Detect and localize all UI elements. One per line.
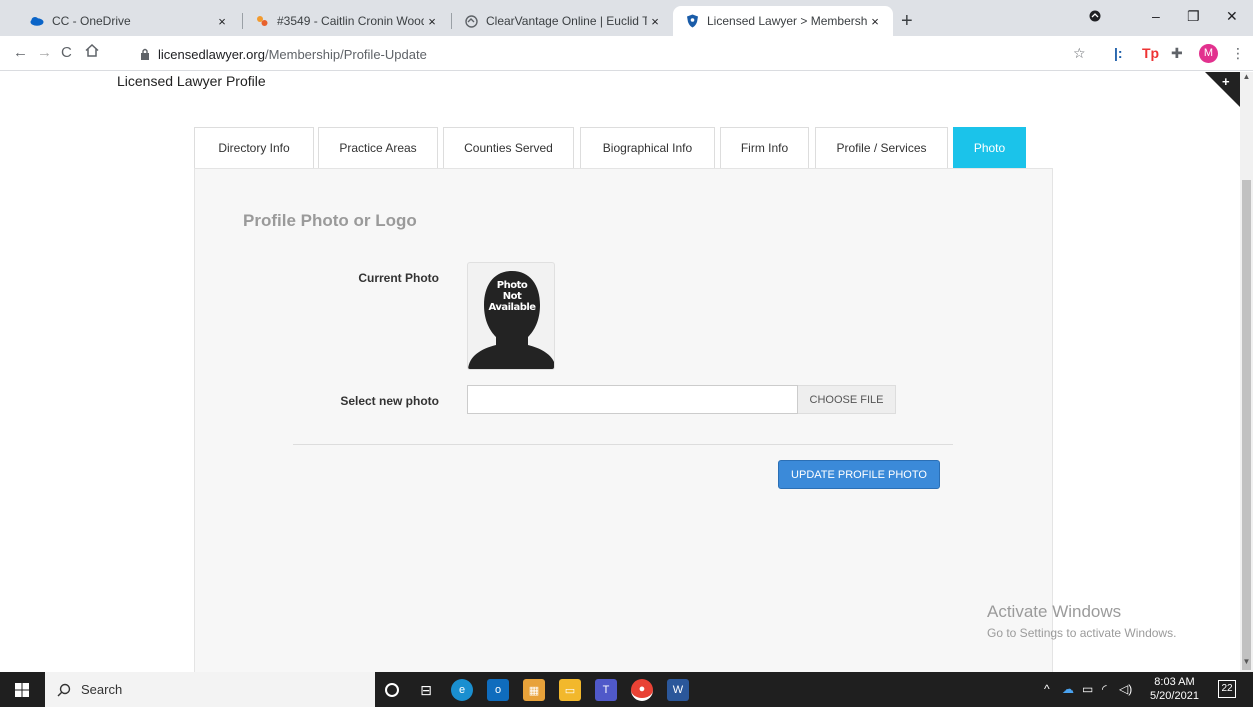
- plus-icon: +: [1222, 74, 1230, 89]
- browser-tab-ticket[interactable]: #3549 - Caitlin Cronin Woodwarc ×: [243, 6, 450, 36]
- tab-title: ClearVantage Online | Euclid Tech: [486, 14, 647, 28]
- puzzle-piece-icon[interactable]: ✚: [1171, 45, 1183, 62]
- tab-title: Licensed Lawyer > Membership >: [707, 14, 867, 28]
- scroll-down-arrow-icon[interactable]: ▼: [1240, 657, 1253, 669]
- tab-biographical-info[interactable]: Biographical Info: [580, 127, 715, 168]
- activate-windows-title: Activate Windows: [987, 602, 1122, 621]
- windows-taskbar: Search ⊟ e o ▦ ▭ T ● W ^ ☁ ▭ ◜ ◁) 8:03 A…: [0, 672, 1253, 707]
- photo-panel: Profile Photo or Logo Current Photo Phot…: [194, 168, 1053, 672]
- windows-start-icon[interactable]: [15, 683, 29, 697]
- volume-icon[interactable]: ◁): [1119, 682, 1132, 696]
- store-icon[interactable]: ▦: [523, 679, 545, 701]
- chevron-up-icon[interactable]: ^: [1044, 682, 1050, 696]
- word-icon[interactable]: W: [667, 679, 689, 701]
- new-tab-button[interactable]: +: [901, 11, 913, 31]
- photo-placeholder-text: Available: [488, 302, 536, 313]
- wifi-icon[interactable]: ◜: [1102, 682, 1107, 696]
- kebab-menu-icon[interactable]: ⋮: [1231, 45, 1245, 62]
- shield-icon: [685, 14, 699, 28]
- current-photo-label: Current Photo: [358, 271, 439, 285]
- taskbar-clock[interactable]: 8:03 AM 5/20/2021: [1150, 675, 1199, 703]
- divider: [293, 444, 953, 445]
- task-view-icon[interactable]: ⊟: [415, 679, 437, 701]
- address-bar[interactable]: licensedlawyer.org/Membership/Profile-Up…: [140, 41, 1060, 67]
- bookmark-star-icon[interactable]: ☆: [1073, 45, 1086, 62]
- browser-tab-clearvantage[interactable]: ClearVantage Online | Euclid Tech ×: [452, 6, 673, 36]
- choose-file-button[interactable]: CHOOSE FILE: [798, 385, 896, 414]
- clock-date: 5/20/2021: [1150, 690, 1199, 702]
- notification-center-icon[interactable]: 22: [1218, 680, 1236, 698]
- back-arrow-icon[interactable]: ←: [13, 44, 28, 61]
- tab-title: CC - OneDrive: [52, 14, 131, 28]
- browser-tab-onedrive[interactable]: CC - OneDrive ×: [18, 6, 240, 36]
- tab-firm-info[interactable]: Firm Info: [720, 127, 809, 168]
- file-explorer-icon[interactable]: ▭: [559, 679, 581, 701]
- ticket-icon: [255, 14, 269, 28]
- onedrive-tray-icon[interactable]: ☁: [1062, 682, 1074, 696]
- restore-button[interactable]: ❐: [1187, 8, 1200, 25]
- tab-practice-areas[interactable]: Practice Areas: [318, 127, 438, 168]
- clock-time: 8:03 AM: [1154, 676, 1195, 688]
- url-path: /Membership/Profile-Update: [264, 46, 427, 62]
- tab-photo[interactable]: Photo: [953, 127, 1026, 174]
- tab-directory-info[interactable]: Directory Info: [194, 127, 314, 168]
- forward-arrow-icon[interactable]: →: [37, 44, 52, 61]
- close-icon[interactable]: ×: [647, 14, 663, 29]
- photo-placeholder-text: Not: [502, 291, 522, 302]
- outlook-icon[interactable]: o: [487, 679, 509, 701]
- site-title: Licensed Lawyer Profile: [117, 73, 266, 89]
- tab-title: #3549 - Caitlin Cronin Woodwarc: [277, 14, 424, 28]
- close-window-button[interactable]: ✕: [1226, 8, 1238, 25]
- extension-bars-icon[interactable]: |:: [1114, 45, 1123, 61]
- minimize-button[interactable]: –: [1152, 8, 1160, 24]
- onedrive-icon: [30, 14, 44, 28]
- search-placeholder: Search: [81, 682, 123, 697]
- close-icon[interactable]: ×: [214, 14, 230, 29]
- network-icon[interactable]: ▭: [1082, 682, 1093, 696]
- photo-file-input[interactable]: [467, 385, 798, 414]
- tab-profile-services[interactable]: Profile / Services: [815, 127, 948, 168]
- cortana-icon[interactable]: [385, 683, 399, 697]
- extension-tp-icon[interactable]: Tp: [1142, 45, 1159, 61]
- avatar[interactable]: M: [1199, 44, 1218, 63]
- lock-icon: [141, 48, 149, 60]
- taskbar-search-box[interactable]: Search: [45, 672, 375, 707]
- reload-icon[interactable]: C: [61, 44, 72, 61]
- photo-placeholder-text: Photo: [496, 280, 528, 291]
- scroll-thumb[interactable]: [1242, 180, 1251, 670]
- browser-toolbar: ← → C licensedlawyer.org/Membership/Prof…: [0, 36, 1253, 71]
- edge-icon[interactable]: e: [451, 679, 473, 701]
- profile-menu-icon[interactable]: [1089, 9, 1101, 25]
- browser-tab-licensed-lawyer[interactable]: Licensed Lawyer > Membership > ×: [673, 6, 893, 36]
- page-scrollbar[interactable]: ▲ ▼: [1240, 72, 1253, 672]
- teams-icon[interactable]: T: [595, 679, 617, 701]
- tab-counties-served[interactable]: Counties Served: [443, 127, 574, 168]
- close-icon[interactable]: ×: [424, 14, 440, 29]
- url-host: licensedlawyer.org: [158, 46, 265, 62]
- chrome-icon[interactable]: ●: [631, 679, 653, 701]
- page-content: Licensed Lawyer Profile + Directory Info…: [0, 72, 1240, 672]
- browser-tab-strip: CC - OneDrive × #3549 - Caitlin Cronin W…: [0, 0, 1253, 36]
- close-icon[interactable]: ×: [867, 14, 883, 29]
- globe-icon: [464, 14, 478, 28]
- current-photo: Photo Not Available: [467, 262, 555, 370]
- search-icon: [57, 683, 71, 696]
- activate-windows-subtitle: Go to Settings to activate Windows.: [987, 626, 1177, 640]
- select-photo-label: Select new photo: [340, 394, 439, 408]
- section-title: Profile Photo or Logo: [243, 211, 417, 230]
- home-icon[interactable]: [85, 43, 99, 61]
- scroll-up-arrow-icon[interactable]: ▲: [1240, 72, 1253, 84]
- notification-count: 22: [1221, 683, 1233, 694]
- update-profile-photo-button[interactable]: UPDATE PROFILE PHOTO: [778, 460, 940, 489]
